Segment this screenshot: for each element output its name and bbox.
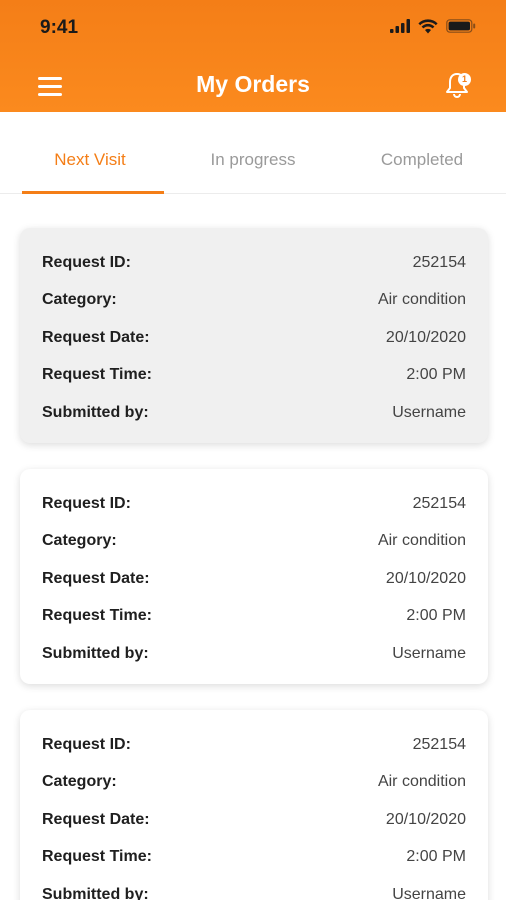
field-label: Submitted by: [42,886,149,900]
field-value: Username [392,645,466,662]
field-label: Submitted by: [42,404,149,421]
field-value: Air condition [377,291,466,308]
notification-button[interactable]: 1 [442,70,472,100]
field-value: 252154 [412,495,466,512]
field-value: 2:00 PM [406,607,466,624]
order-field-row: Request ID: 252154 [42,736,466,760]
field-value: Air condition [377,773,466,790]
order-field-row: Request Date: 20/10/2020 [42,570,466,594]
order-field-row: Category: Air condition [42,291,466,315]
status-icons [390,16,476,36]
field-label: Category: [42,532,117,549]
signal-icon [390,19,410,33]
order-field-row: Request Date: 20/10/2020 [42,329,466,353]
order-field-row: Submitted by: Username [42,886,466,900]
field-value: 252154 [412,254,466,271]
order-card[interactable]: Request ID: 252154 Category: Air conditi… [20,469,488,684]
field-label: Request Date: [42,570,150,587]
field-value: 252154 [412,736,466,753]
order-field-row: Request Time: 2:00 PM [42,607,466,631]
field-label: Submitted by: [42,645,149,662]
order-field-row: Submitted by: Username [42,404,466,428]
field-label: Request Date: [42,811,150,828]
order-field-row: Request Time: 2:00 PM [42,848,466,872]
field-label: Request Time: [42,607,152,624]
wifi-icon [418,18,438,34]
order-field-row: Category: Air condition [42,773,466,797]
battery-icon [446,19,476,33]
order-card[interactable]: Request ID: 252154 Category: Air conditi… [20,228,488,443]
nav-bar: My Orders 1 [0,60,506,110]
order-field-row: Request ID: 252154 [42,495,466,519]
order-field-row: Category: Air condition [42,532,466,556]
field-value: 20/10/2020 [385,570,466,587]
field-label: Category: [42,291,117,308]
order-field-row: Request ID: 252154 [42,254,466,278]
notification-badge: 1 [458,73,471,86]
tab-completed[interactable]: Completed [352,150,492,170]
order-field-row: Request Time: 2:00 PM [42,366,466,390]
status-bar: 9:41 [0,0,506,56]
field-label: Request ID: [42,736,131,753]
field-value: 20/10/2020 [385,329,466,346]
field-value: Username [392,886,466,900]
field-value: 2:00 PM [406,366,466,383]
field-label: Category: [42,773,117,790]
app-header: 9:41 My Orders 1 [0,0,506,112]
field-value: Air condition [377,532,466,549]
field-value: Username [392,404,466,421]
status-time: 9:41 [40,17,79,38]
field-value: 20/10/2020 [385,811,466,828]
page-title: My Orders [196,71,310,97]
order-field-row: Request Date: 20/10/2020 [42,811,466,835]
order-card[interactable]: Request ID: 252154 Category: Air conditi… [20,710,488,900]
field-value: 2:00 PM [406,848,466,865]
order-tabs: Next Visit In progress Completed [0,112,506,194]
field-label: Request ID: [42,254,131,271]
active-tab-indicator [22,191,164,194]
order-field-row: Submitted by: Username [42,645,466,669]
field-label: Request Time: [42,848,152,865]
field-label: Request ID: [42,495,131,512]
field-label: Request Date: [42,329,150,346]
tab-in-progress[interactable]: In progress [183,150,323,170]
field-label: Request Time: [42,366,152,383]
tab-next-visit[interactable]: Next Visit [20,150,160,170]
